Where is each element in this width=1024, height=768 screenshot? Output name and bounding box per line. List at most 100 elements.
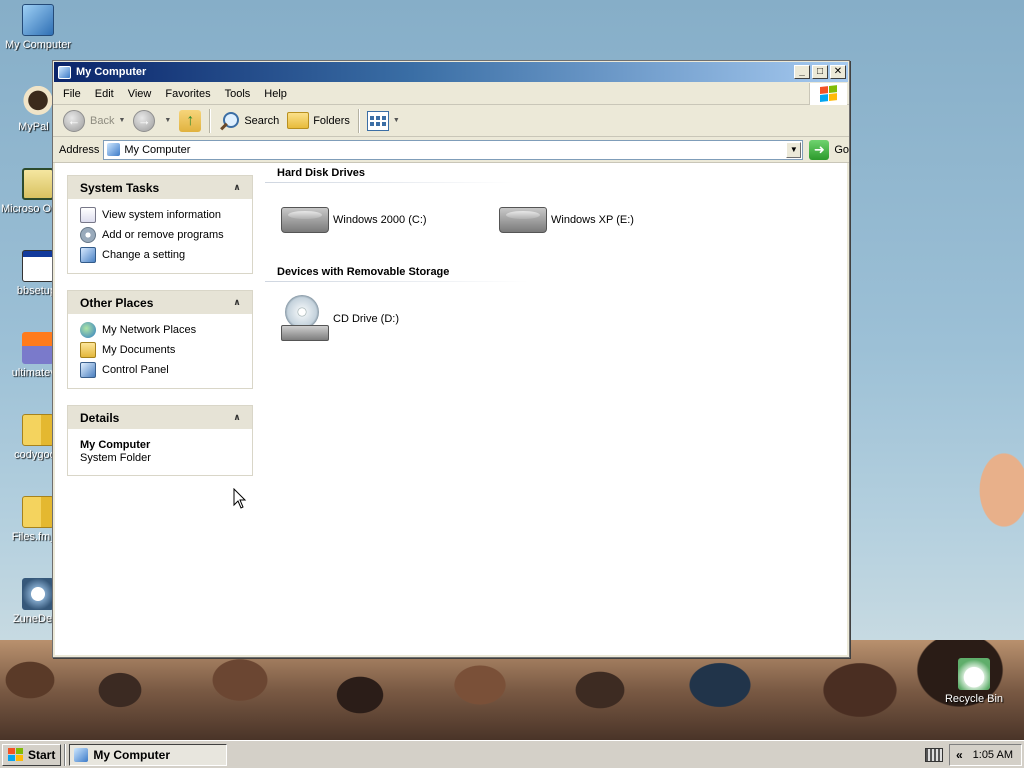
zip-folder-icon	[22, 496, 54, 528]
menu-favorites[interactable]: Favorites	[159, 86, 216, 102]
show-hidden-icons-chevron[interactable]: «	[956, 748, 963, 762]
place-label: Control Panel	[102, 364, 169, 376]
search-button[interactable]: Search	[214, 108, 283, 134]
place-label: My Network Places	[102, 324, 197, 336]
other-places-header[interactable]: Other Places ∧	[68, 291, 252, 314]
my-computer-icon	[58, 65, 71, 79]
taskbar-separator	[64, 743, 67, 766]
folders-label: Folders	[313, 114, 350, 127]
hard-disk-icon	[281, 207, 329, 233]
task-label: Change a setting	[102, 249, 186, 261]
control-panel-icon	[80, 362, 96, 378]
maximize-button[interactable]: □	[812, 65, 828, 79]
system-tasks-header[interactable]: System Tasks ∧	[68, 176, 252, 199]
desktop-icon-my-computer[interactable]: My Computer	[0, 4, 76, 51]
details-item-name: My Computer	[80, 439, 151, 451]
back-dropdown-icon[interactable]: ▼	[118, 117, 125, 124]
folder-content-area: System Tasks ∧ View system information A…	[55, 163, 847, 655]
menu-tools[interactable]: Tools	[219, 86, 257, 102]
window-titlebar[interactable]: My Computer _ □ ✕	[54, 62, 848, 82]
cd-drive-icon	[281, 295, 329, 343]
desktop-wallpaper-hand	[944, 420, 1024, 560]
details-item-type: System Folder	[80, 452, 151, 464]
menu-view[interactable]: View	[122, 86, 158, 102]
drive-label: Windows 2000 (C:)	[333, 214, 427, 226]
taskbar-button-my-computer[interactable]: My Computer	[69, 743, 228, 766]
keyboard-icon[interactable]	[924, 748, 943, 762]
drive-windows-2000-c[interactable]: Windows 2000 (C:)	[281, 207, 427, 233]
start-button[interactable]: Start	[2, 743, 62, 766]
collapse-chevron-icon[interactable]: ∧	[230, 411, 244, 425]
drive-windows-xp-e[interactable]: Windows XP (E:)	[499, 207, 634, 233]
control-panel-icon	[80, 247, 96, 263]
system-tasks-panel: System Tasks ∧ View system information A…	[67, 175, 253, 274]
views-dropdown-icon[interactable]: ▼	[393, 117, 400, 124]
my-computer-icon	[22, 4, 54, 36]
toolbar-separator	[209, 108, 211, 133]
start-label: Start	[28, 747, 56, 762]
windows-flag-icon	[8, 747, 24, 762]
details-header[interactable]: Details ∧	[68, 406, 252, 429]
my-computer-icon	[74, 747, 89, 762]
address-input[interactable]: My Computer ▼	[103, 139, 804, 160]
task-label: Add or remove programs	[102, 229, 224, 241]
go-button[interactable]: ➜ Go	[809, 139, 849, 160]
search-icon	[218, 110, 240, 132]
drive-label: CD Drive (D:)	[333, 313, 399, 325]
address-dropdown-icon[interactable]: ▼	[786, 141, 802, 158]
forward-button[interactable]: → ▼	[129, 108, 175, 134]
task-add-remove-programs[interactable]: Add or remove programs	[80, 225, 244, 245]
other-places-title: Other Places	[80, 295, 154, 310]
window-title: My Computer	[76, 66, 147, 78]
task-pane: System Tasks ∧ View system information A…	[67, 175, 253, 492]
forward-arrow-icon: →	[133, 109, 156, 132]
go-label: Go	[834, 143, 849, 156]
recycle-bin-icon	[958, 658, 990, 690]
taskbar-button-label: My Computer	[93, 747, 171, 762]
up-folder-button[interactable]: ↑	[175, 108, 205, 134]
clock[interactable]: 1:05 AM	[973, 749, 1013, 761]
desktop-icon-recycle-bin[interactable]: Recycle Bin	[936, 658, 1012, 705]
my-computer-icon	[107, 143, 121, 156]
folders-button[interactable]: Folders	[283, 110, 354, 131]
minimize-button[interactable]: _	[794, 65, 810, 79]
toolbar-separator	[357, 108, 359, 133]
place-my-documents[interactable]: My Documents	[80, 340, 244, 360]
section-divider	[265, 281, 529, 282]
removable-storage-heading: Devices with Removable Storage	[277, 266, 450, 278]
setup-window-icon	[22, 250, 54, 282]
drive-cd-d[interactable]: CD Drive (D:)	[281, 295, 399, 343]
views-button[interactable]: ▼	[363, 109, 404, 133]
close-button[interactable]: ✕	[830, 65, 846, 79]
place-my-network-places[interactable]: My Network Places	[80, 320, 244, 340]
menu-edit[interactable]: Edit	[89, 86, 120, 102]
system-tray: « 1:05 AM	[924, 744, 1022, 766]
taskbar: Start My Computer « 1:05 AM	[0, 740, 1024, 768]
menu-file[interactable]: File	[57, 86, 87, 102]
task-change-setting[interactable]: Change a setting	[80, 245, 244, 265]
task-view-system-information[interactable]: View system information	[80, 205, 244, 225]
forward-dropdown-icon[interactable]: ▼	[164, 117, 171, 124]
system-info-icon	[80, 207, 96, 223]
dog-shortcut-icon	[22, 86, 54, 118]
search-label: Search	[244, 114, 280, 127]
back-label: Back	[90, 114, 115, 127]
back-button[interactable]: ← Back ▼	[59, 108, 129, 134]
menu-bar: File Edit View Favorites Tools Help	[53, 83, 849, 105]
back-arrow-icon: ←	[63, 109, 85, 132]
collapse-chevron-icon[interactable]: ∧	[230, 296, 244, 310]
collapse-chevron-icon[interactable]: ∧	[230, 181, 244, 195]
menu-help[interactable]: Help	[258, 86, 293, 102]
standard-toolbar: ← Back ▼ → ▼ ↑ Search Folders ▼	[53, 105, 849, 137]
zune-icon	[22, 578, 54, 610]
system-tasks-title: System Tasks	[80, 180, 160, 195]
zip-folder-icon	[22, 414, 54, 446]
network-places-icon	[80, 322, 96, 338]
task-label: View system information	[102, 209, 222, 221]
section-divider	[265, 182, 515, 183]
notification-area: « 1:05 AM	[948, 744, 1022, 766]
hard-disk-drives-heading: Hard Disk Drives	[277, 167, 366, 179]
windows-logo	[809, 83, 847, 105]
details-panel: Details ∧ My Computer System Folder	[67, 405, 253, 476]
place-control-panel[interactable]: Control Panel	[80, 360, 244, 380]
